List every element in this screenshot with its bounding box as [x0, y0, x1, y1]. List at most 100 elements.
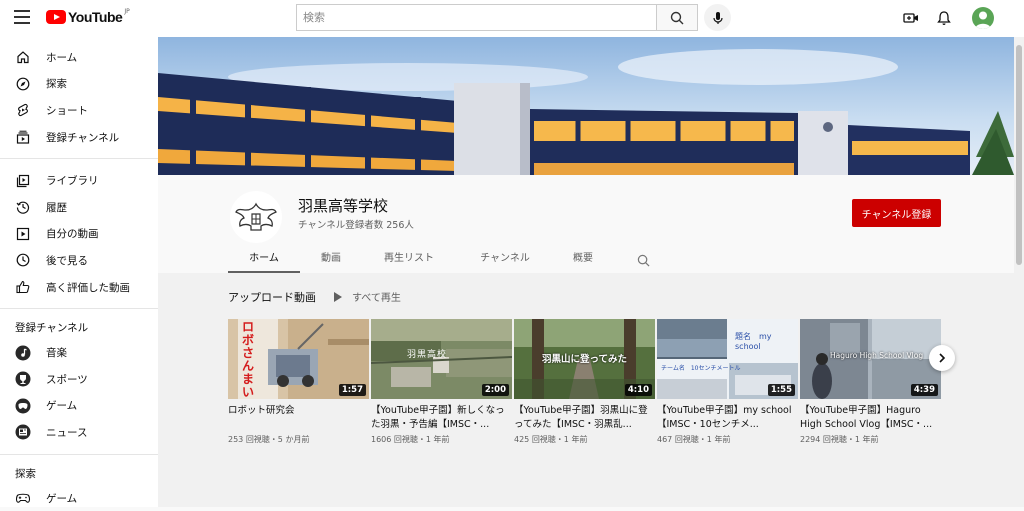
video-shelf: ロボさんまい 1:57 ロボット研究会 253 回視聴・5 か月前 羽黒高校 2…: [228, 319, 943, 445]
video-card[interactable]: 羽黒山に登ってみた 4:10 【YouTube甲子園】羽黒山に登ってみた【IMS…: [514, 319, 655, 445]
sidebar-item-label: ゲーム: [46, 492, 78, 505]
create-video-icon: [903, 13, 918, 23]
sidebar-item-label: 探索: [46, 78, 67, 91]
video-title[interactable]: 【YouTube甲子園】新しくなった羽黒・予告編【IMSC・...: [371, 404, 512, 432]
video-thumbnail[interactable]: Haguro High School Vlog 4:39: [800, 319, 941, 399]
your-videos-icon: [15, 226, 31, 242]
avatar[interactable]: [972, 7, 994, 29]
sidebar-item-your-videos[interactable]: 自分の動画: [0, 221, 158, 248]
youtube-play-icon: [46, 10, 66, 24]
video-title[interactable]: ロボット研究会: [228, 404, 369, 432]
chevron-right-icon: [939, 353, 946, 363]
scrollbar[interactable]: [1014, 37, 1024, 507]
next-arrow-button[interactable]: [929, 345, 955, 371]
channel-name: 羽黒高等学校: [298, 197, 389, 215]
subscribe-button[interactable]: チャンネル登録: [852, 199, 941, 227]
channel-tabs: ホーム 動画 再生リスト チャンネル 概要: [228, 247, 674, 273]
search-icon: [637, 254, 649, 266]
sidebar-item-library[interactable]: ライブラリ: [0, 167, 158, 194]
library-icon: [15, 173, 31, 189]
music-icon: [15, 345, 31, 361]
channel-avatar[interactable]: [230, 191, 282, 243]
subscriber-count: チャンネル登録者数 256人: [298, 220, 414, 231]
video-duration: 4:39: [910, 384, 938, 396]
shorts-icon: [15, 102, 31, 118]
news-icon: [15, 424, 31, 440]
sidebar-item-label: 後で見る: [46, 254, 88, 267]
thumbnail-overlay-text: 羽黒山に登ってみた: [542, 354, 628, 365]
subscriptions-icon: [15, 129, 31, 145]
video-meta: 467 回視聴・1 年前: [657, 435, 731, 444]
sidebar-item-home[interactable]: ホーム: [0, 44, 158, 71]
compass-icon: [15, 76, 31, 92]
video-thumbnail[interactable]: 題名 my school チーム名 10センチメートル 1:55: [657, 319, 798, 399]
video-meta: 425 回視聴・1 年前: [514, 435, 588, 444]
tab-about[interactable]: 概要: [554, 247, 612, 273]
explore-heading: 探索: [15, 467, 36, 480]
bell-icon: [937, 11, 951, 25]
sidebar-item-sports[interactable]: スポーツ: [0, 366, 158, 393]
sidebar-item-shorts[interactable]: ショート: [0, 97, 158, 124]
tab-playlists[interactable]: 再生リスト: [362, 247, 456, 273]
sidebar-item-gaming[interactable]: ゲーム: [0, 393, 158, 420]
search-button[interactable]: [656, 4, 698, 31]
sidebar-item-liked-videos[interactable]: 高く評価した動画: [0, 274, 158, 301]
scrollbar-thumb[interactable]: [1016, 45, 1022, 265]
sidebar-item-games[interactable]: ゲーム: [0, 485, 158, 511]
school-crest-icon: [235, 202, 277, 231]
sidebar-item-label: 音楽: [46, 347, 67, 360]
tab-videos[interactable]: 動画: [300, 247, 362, 273]
video-meta: 1606 回視聴・1 年前: [371, 435, 450, 444]
thumbnail-overlay-text: Haguro High School Vlog: [830, 351, 924, 360]
tab-search[interactable]: [612, 247, 674, 273]
video-thumbnail[interactable]: 羽黒山に登ってみた 4:10: [514, 319, 655, 399]
tab-home[interactable]: ホーム: [228, 247, 300, 273]
video-duration: 1:55: [767, 384, 795, 396]
sidebar: ホーム 探索 ショート 登録チャンネル ライブラリ 履歴 自分の動画 後で見る …: [0, 37, 158, 507]
video-duration: 4:10: [624, 384, 652, 396]
play-all-button[interactable]: すべて再生: [334, 289, 401, 304]
gaming-icon: [15, 398, 31, 414]
video-card[interactable]: ロボさんまい 1:57 ロボット研究会 253 回視聴・5 か月前: [228, 319, 369, 445]
logo-region: JP: [124, 7, 130, 15]
voice-search-button[interactable]: [704, 4, 731, 31]
sidebar-item-explore[interactable]: 探索: [0, 71, 158, 98]
video-title[interactable]: 【YouTube甲子園】my school【IMSC・10センチメ...: [657, 404, 798, 432]
home-icon: [15, 49, 31, 65]
banner-image: [158, 37, 1014, 175]
mic-icon: [712, 11, 723, 24]
channel-banner: [158, 37, 1014, 175]
video-card[interactable]: 羽黒高校 2:00 【YouTube甲子園】新しくなった羽黒・予告編【IMSC・…: [371, 319, 512, 445]
channel-header: 羽黒高等学校 チャンネル登録者数 256人 チャンネル登録 ホーム 動画 再生リ…: [158, 175, 1014, 273]
main-content: 羽黒高等学校 チャンネル登録者数 256人 チャンネル登録 ホーム 動画 再生リ…: [158, 37, 1014, 507]
thumbnail-overlay-subtext: チーム名 10センチメートル: [661, 365, 741, 372]
notifications-button[interactable]: [936, 10, 952, 26]
sidebar-item-label: 自分の動画: [46, 228, 99, 241]
tab-channels[interactable]: チャンネル: [456, 247, 554, 273]
history-icon: [15, 199, 31, 215]
youtube-logo[interactable]: YouTube JP: [46, 7, 130, 25]
video-thumbnail[interactable]: 羽黒高校 2:00: [371, 319, 512, 399]
video-duration: 1:57: [338, 384, 366, 396]
sidebar-item-label: スポーツ: [46, 373, 88, 386]
sidebar-item-label: 高く評価した動画: [46, 281, 130, 294]
sidebar-divider: [0, 308, 158, 310]
sidebar-item-label: ゲーム: [46, 400, 78, 413]
video-title[interactable]: 【YouTube甲子園】Haguro High School Vlog【IMSC…: [800, 404, 941, 432]
sidebar-item-subscriptions[interactable]: 登録チャンネル: [0, 124, 158, 151]
thumbnail-overlay-text: ロボさんまい: [242, 320, 255, 399]
thumbs-up-icon: [15, 279, 31, 295]
video-card[interactable]: Haguro High School Vlog 4:39 【YouTube甲子園…: [800, 319, 941, 445]
play-all-label: すべて再生: [352, 293, 401, 304]
search-input[interactable]: 検索: [296, 4, 656, 31]
sidebar-item-history[interactable]: 履歴: [0, 194, 158, 221]
menu-icon[interactable]: [14, 10, 30, 24]
section-title[interactable]: アップロード動画: [228, 289, 316, 305]
sidebar-item-music[interactable]: 音楽: [0, 339, 158, 366]
create-video-button[interactable]: [903, 10, 919, 26]
sidebar-item-watch-later[interactable]: 後で見る: [0, 247, 158, 274]
video-card[interactable]: 題名 my school チーム名 10センチメートル 1:55 【YouTub…: [657, 319, 798, 445]
video-title[interactable]: 【YouTube甲子園】羽黒山に登ってみた【IMSC・羽黒乱...: [514, 404, 655, 432]
video-thumbnail[interactable]: ロボさんまい 1:57: [228, 319, 369, 399]
sidebar-item-news[interactable]: ニュース: [0, 419, 158, 446]
